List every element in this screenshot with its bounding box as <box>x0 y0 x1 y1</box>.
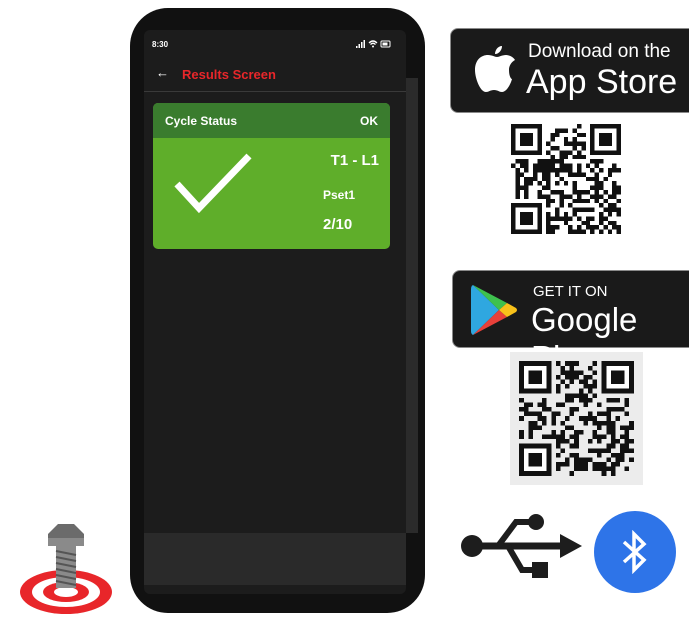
bolt-target-logo <box>20 524 112 614</box>
apple-icon <box>475 46 515 92</box>
status-icons <box>356 39 392 51</box>
app-store-big-text: App Store <box>526 63 678 101</box>
cycle-status-card: Cycle Status OK T1 - L1 Pset1 2/10 <box>153 103 390 249</box>
status-time: 8:30 <box>152 40 169 49</box>
phone-scrollbar <box>406 78 418 533</box>
app-bar: ← Results Screen <box>144 58 406 92</box>
google-play-small-text: GET IT ON <box>533 283 608 300</box>
cycle-status-value: OK <box>360 114 378 128</box>
tool-line: T1 - L1 <box>330 152 379 169</box>
google-play-badge[interactable]: GET IT ON Google Play <box>452 270 689 376</box>
bluetooth-rune <box>622 530 647 574</box>
checkmark-icon <box>174 153 252 214</box>
card-header: Cycle Status OK <box>153 103 390 138</box>
phone-screen: 8:30 ← Results Screen Cycle Status OK T1… <box>144 30 406 594</box>
status-bar: 8:30 <box>152 40 396 54</box>
card-body: T1 - L1 Pset1 2/10 <box>153 138 390 249</box>
back-arrow-icon[interactable]: ← <box>156 65 169 80</box>
pset-name: Pset1 <box>323 188 356 202</box>
phone-mockup: 8:30 ← Results Screen Cycle Status OK T1… <box>130 8 425 613</box>
phone-nav-area <box>144 533 406 585</box>
bluetooth-icon <box>594 511 676 593</box>
cycle-count: 2/10 <box>323 216 353 233</box>
screen-title: Results Screen <box>182 67 276 82</box>
google-play-icon <box>471 285 517 335</box>
app-store-qr-code <box>511 124 621 234</box>
app-store-small-text: Download on the <box>528 41 671 62</box>
cycle-status-label: Cycle Status <box>165 114 238 128</box>
usb-icon <box>461 514 582 578</box>
google-play-qr-code <box>510 352 643 485</box>
stage: 8:30 ← Results Screen Cycle Status OK T1… <box>0 0 689 617</box>
app-store-badge[interactable]: Download on the App Store <box>450 28 689 113</box>
signal-wifi-battery-icon <box>356 40 391 48</box>
